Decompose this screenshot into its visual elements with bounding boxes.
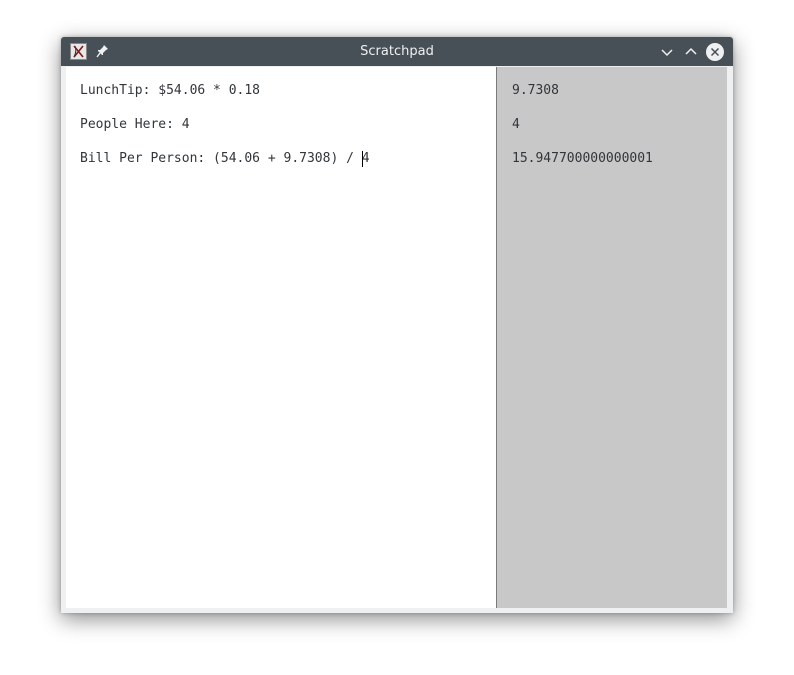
text-cursor <box>361 151 363 167</box>
chevron-down-icon[interactable] <box>657 42 677 62</box>
scratchpad-window: Scratchpad LunchTip: $54.06 * 0.18 Peopl… <box>61 37 733 613</box>
chevron-up-icon[interactable] <box>681 42 701 62</box>
editor-line-text: Bill Per Person: (54.06 + 9.7308) / 4 <box>80 151 370 166</box>
close-icon[interactable] <box>705 42 725 62</box>
editor-line-active[interactable]: Bill Per Person: (54.06 + 9.7308) / 4 <box>80 151 370 167</box>
editor-line[interactable]: People Here: 4 <box>80 117 190 133</box>
results-panel: 9.7308 4 15.947700000000001 <box>496 67 727 608</box>
title-bar[interactable]: Scratchpad <box>61 37 733 66</box>
window-title: Scratchpad <box>360 44 434 59</box>
result-value: 9.7308 <box>512 83 559 98</box>
result-value: 4 <box>512 117 520 132</box>
editor-line[interactable]: LunchTip: $54.06 * 0.18 <box>80 83 260 99</box>
expression-editor[interactable]: LunchTip: $54.06 * 0.18 People Here: 4 B… <box>66 67 496 608</box>
result-value: 15.947700000000001 <box>512 151 653 166</box>
